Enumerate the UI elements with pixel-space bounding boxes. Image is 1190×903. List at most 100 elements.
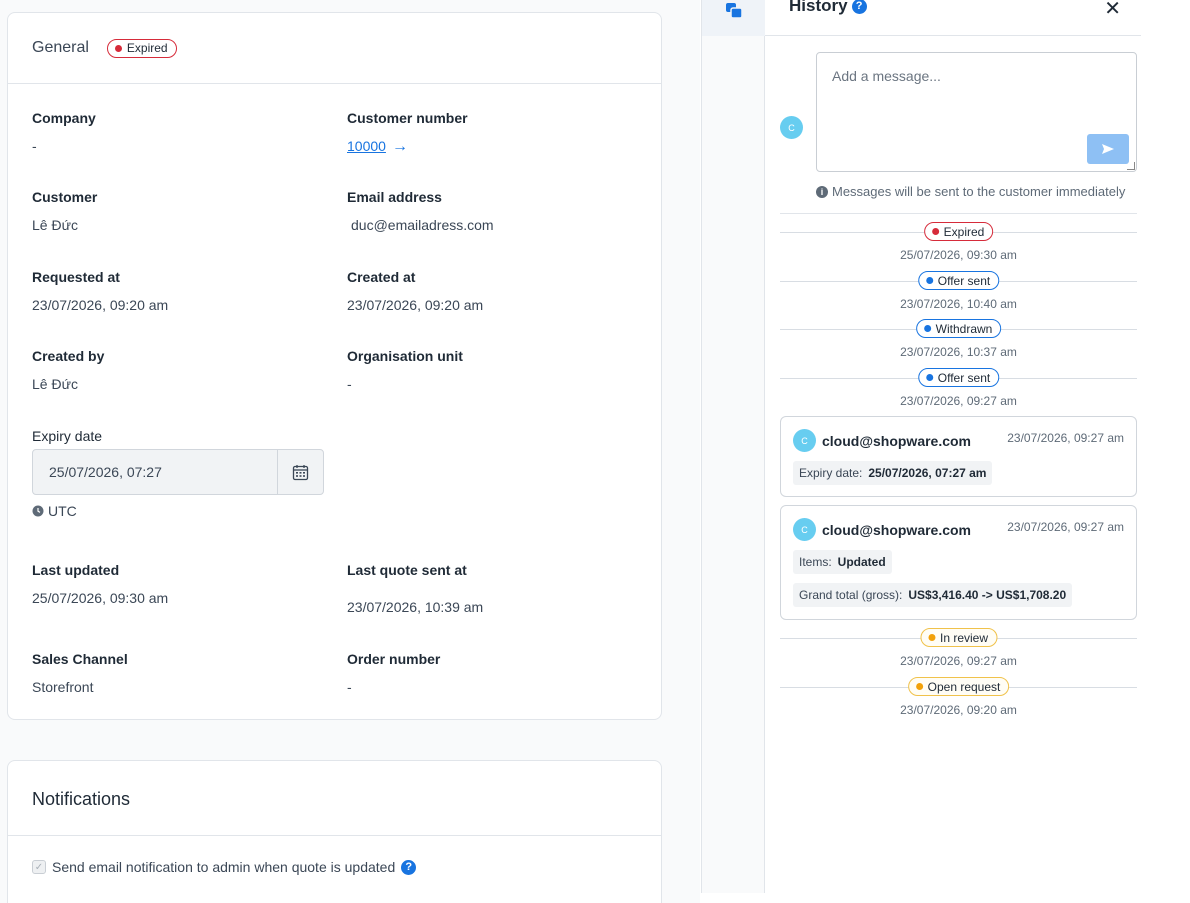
timezone-label: UTC	[48, 503, 77, 519]
status-dot	[114, 44, 122, 52]
avatar: C	[780, 116, 803, 139]
status-badge: Expired	[923, 222, 994, 241]
notifications-card: Notifications ✓ Send email notification …	[7, 760, 662, 903]
message-note-text: Messages will be sent to the customer im…	[832, 184, 1126, 199]
sales-channel-field: Sales Channel Storefront	[32, 651, 128, 695]
status-badge: In review	[919, 628, 998, 647]
sales-channel-value: Storefront	[32, 679, 94, 695]
send-button[interactable]	[1087, 134, 1129, 164]
history-message: C cloud@shopware.com 23/07/2026, 09:27 a…	[780, 505, 1137, 620]
last-quote-field: Last quote sent at 23/07/2026, 10:39 am	[347, 562, 483, 615]
history-panel: History ? ✕ C Add a message... i Message…	[765, 0, 1141, 893]
event-time: 23/07/2026, 09:20 am	[900, 703, 1017, 717]
general-title: General	[32, 39, 89, 56]
change-chip: Items: Updated	[793, 550, 892, 574]
event-status: Withdrawn	[935, 321, 993, 336]
expiry-date-input[interactable]: 25/07/2026, 07:27	[32, 449, 324, 495]
org-unit-label: Organisation unit	[347, 348, 463, 364]
customer-number-link[interactable]: 10000	[347, 138, 386, 154]
help-icon[interactable]: ?	[851, 0, 867, 14]
last-updated-field: Last updated 25/07/2026, 09:30 am	[32, 562, 168, 606]
calendar-button[interactable]	[277, 450, 323, 494]
event-status: Open request	[927, 679, 1001, 694]
message-sender: cloud@shopware.com	[822, 432, 972, 449]
event-time: 23/07/2026, 09:27 am	[900, 394, 1017, 408]
customer-label: Customer	[32, 189, 98, 205]
message-sender: cloud@shopware.com	[822, 521, 972, 538]
order-number-value: -	[347, 679, 352, 695]
admin-notification-option: ✓ Send email notification to admin when …	[32, 859, 417, 875]
arrow-right-icon[interactable]: →	[392, 138, 408, 155]
event-status: Expired	[943, 224, 985, 239]
status-badge: Offer sent	[917, 271, 1000, 290]
message-time: 23/07/2026, 09:27 am	[1007, 520, 1124, 534]
order-number-field: Order number -	[347, 651, 440, 695]
event-status: Offer sent	[937, 273, 991, 288]
history-title: History	[789, 0, 848, 15]
status-badge: Withdrawn	[915, 319, 1002, 338]
customer-field: Customer Lê Đức	[32, 189, 97, 233]
created-by-field: Created by Lê Đức	[32, 348, 104, 392]
notifications-title: Notifications	[32, 789, 131, 809]
created-at-value: 23/07/2026, 09:20 am	[347, 297, 484, 313]
change-chip: Expiry date: 25/07/2026, 07:27 am	[793, 461, 993, 485]
divider	[780, 213, 1137, 214]
sales-channel-label: Sales Channel	[32, 651, 128, 667]
timezone-indicator: UTC	[32, 503, 77, 519]
expiry-date-field: Expiry date	[32, 428, 102, 444]
resize-handle[interactable]	[1127, 162, 1135, 170]
status-badge: Offer sent	[917, 368, 1000, 387]
event-status: Offer sent	[937, 370, 991, 385]
order-number-label: Order number	[347, 651, 441, 667]
history-event: Offer sent 23/07/2026, 09:27 am	[780, 368, 1137, 412]
status-badge: Open request	[907, 677, 1010, 696]
org-unit-field: Organisation unit -	[347, 348, 463, 392]
org-unit-value: -	[347, 376, 352, 392]
customer-value: Lê Đức	[32, 217, 78, 233]
sidebar-icon-strip	[701, 0, 765, 893]
requested-at-label: Requested at	[32, 269, 120, 285]
calendar-icon	[292, 464, 309, 480]
message-note: i Messages will be sent to the customer …	[816, 184, 1125, 199]
change-label: Grand total (gross):	[799, 588, 903, 602]
event-time: 23/07/2026, 10:40 am	[900, 297, 1017, 311]
created-at-field: Created at 23/07/2026, 09:20 am	[347, 269, 483, 313]
requested-at-value: 23/07/2026, 09:20 am	[32, 297, 169, 313]
history-header: History ? ✕	[765, 0, 1141, 36]
help-icon[interactable]: ?	[401, 859, 417, 875]
event-time: 25/07/2026, 09:30 am	[900, 248, 1017, 262]
event-status: In review	[939, 630, 989, 645]
company-label: Company	[32, 110, 96, 126]
expiry-date-value[interactable]: 25/07/2026, 07:27	[33, 450, 277, 494]
history-message: C cloud@shopware.com 23/07/2026, 09:27 a…	[780, 416, 1137, 497]
created-by-label: Created by	[32, 348, 105, 364]
message-input[interactable]: Add a message...	[816, 52, 1137, 172]
last-quote-value: 23/07/2026, 10:39 am	[347, 599, 484, 615]
admin-notification-label: Send email notification to admin when qu…	[52, 859, 396, 875]
created-by-value: Lê Đức	[32, 376, 78, 392]
close-icon[interactable]: ✕	[1104, 0, 1121, 21]
general-card: General Expired Company - Customer numbe…	[7, 12, 662, 720]
sidebar-item-history[interactable]	[702, 0, 765, 36]
email-field: Email address duc@emailadress.com	[347, 189, 494, 233]
last-updated-label: Last updated	[32, 562, 120, 578]
send-icon	[1102, 144, 1114, 154]
message-placeholder: Add a message...	[832, 68, 941, 84]
change-label: Items:	[799, 555, 832, 569]
admin-notification-checkbox[interactable]: ✓	[32, 860, 46, 874]
event-time: 23/07/2026, 09:27 am	[900, 654, 1017, 668]
company-field: Company -	[32, 110, 96, 154]
history-event: Expired 25/07/2026, 09:30 am	[780, 222, 1137, 266]
divider	[8, 835, 661, 836]
avatar: C	[793, 518, 816, 541]
change-value: US$3,416.40 -> US$1,708.20	[908, 588, 1067, 602]
change-chip: Grand total (gross): US$3,416.40 -> US$1…	[793, 583, 1073, 607]
requested-at-field: Requested at 23/07/2026, 09:20 am	[32, 269, 168, 313]
company-value: -	[32, 138, 37, 154]
history-event: Withdrawn 23/07/2026, 10:37 am	[780, 319, 1137, 363]
general-card-header: General Expired	[8, 13, 661, 84]
info-icon: i	[816, 185, 828, 198]
expiry-date-label: Expiry date	[32, 428, 103, 444]
history-event: In review 23/07/2026, 09:27 am	[780, 628, 1137, 672]
change-label: Expiry date:	[799, 466, 863, 480]
